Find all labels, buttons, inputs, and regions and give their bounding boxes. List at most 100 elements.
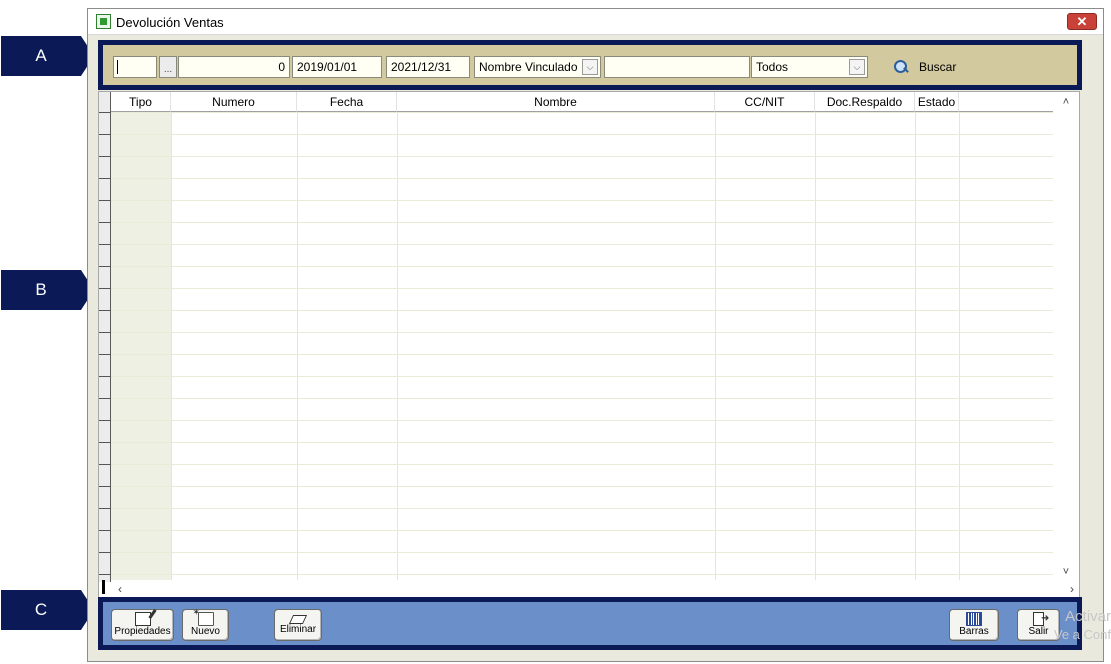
new-document-icon [193,607,214,626]
grid-row-line [111,464,1054,465]
grid-row-line [111,574,1054,575]
search-button-label: Buscar [919,60,957,74]
results-grid[interactable]: Tipo Numero Fecha Nombre CC/NIT Doc.Resp… [98,91,1080,599]
column-header-fecha[interactable]: Fecha [297,92,397,112]
row-header-tick [99,222,111,223]
grid-row-line [111,288,1054,289]
date-to-input[interactable]: 2021/12/31 [386,56,470,78]
app-icon [96,14,111,29]
column-divider [715,112,716,582]
row-header-tick [99,134,111,135]
grid-row-line [111,530,1054,531]
windows-activation-watermark-sub: Ve a Conf [1053,627,1111,642]
column-divider [171,112,172,582]
column-header-doc-respaldo[interactable]: Doc.Respaldo [815,92,915,112]
search-button[interactable]: Buscar [893,57,956,77]
row-header-tick [99,266,111,267]
grid-row-line [111,420,1054,421]
grid-row-line [111,486,1054,487]
grid-row-line [111,376,1054,377]
column-header-estado[interactable]: Estado [915,92,959,112]
column-divider [915,112,916,582]
row-header-tick [99,354,111,355]
search-field-select[interactable]: Nombre Vinculado ⌵ [474,56,601,78]
callout-c: C [1,590,94,630]
row-header-tick [99,178,111,179]
callout-b: B [1,270,94,310]
chevron-down-icon[interactable]: ⌵ [849,59,865,75]
grid-row-line [111,508,1054,509]
edit-properties-icon [134,612,151,626]
eliminar-button[interactable]: Eliminar [274,609,322,641]
status-select-value: Todos [756,60,789,74]
title-bar[interactable]: Devolución Ventas ✕ [88,9,1103,35]
grid-row-line [111,112,1054,113]
code-input[interactable] [113,56,157,78]
grid-row-line [111,156,1054,157]
nuevo-button[interactable]: Nuevo [182,607,229,641]
grid-row-line [111,332,1054,333]
row-header-tick [99,376,111,377]
row-header-tick [99,244,111,245]
eliminar-button-label: Eliminar [279,624,317,635]
row-header-tick [99,156,111,157]
grid-row-line [111,178,1054,179]
action-toolbar: Propiedades Nuevo Eliminar Barras Salir [98,597,1082,650]
grid-row-line [111,244,1054,245]
callout-a: A [1,36,94,76]
column-header-numero[interactable]: Numero [171,92,297,112]
row-header-tick [99,486,111,487]
grid-row-line [111,200,1054,201]
row-header-tick [99,398,111,399]
row-header-tick [99,442,111,443]
status-select[interactable]: Todos ⌵ [751,56,868,78]
propiedades-button[interactable]: Propiedades [111,609,174,641]
number-input[interactable]: 0 [178,56,290,78]
exit-door-icon [1033,612,1049,626]
grid-row-line [111,442,1054,443]
grid-row-line [111,266,1054,267]
search-icon [893,59,909,75]
salir-button-label: Salir [1028,626,1049,637]
text-caret [117,60,118,74]
row-header-tick [99,112,111,113]
tipo-column-shade [111,112,171,582]
callout-b-label: B [35,280,47,299]
chevron-down-icon[interactable]: ⌵ [582,59,598,75]
scroll-left-icon[interactable]: ‹ [111,580,129,598]
devolucion-ventas-window: Devolución Ventas ✕ ... 0 2019/01/01 202… [87,8,1104,662]
windows-activation-watermark: Activar [1065,608,1111,625]
window-title: Devolución Ventas [116,15,224,30]
column-header-tipo[interactable]: Tipo [111,92,171,112]
row-header-tick [99,310,111,311]
date-from-input[interactable]: 2019/01/01 [292,56,382,78]
row-header-tick [99,464,111,465]
lookup-ellipsis-button[interactable]: ... [159,56,177,78]
row-header-tick [99,332,111,333]
scroll-up-icon[interactable]: ˄ [1053,94,1079,110]
scroll-right-icon[interactable]: › [1063,580,1079,598]
column-header-cc-nit[interactable]: CC/NIT [715,92,815,112]
barcode-icon [966,612,982,626]
scroll-down-icon[interactable]: ˅ [1053,564,1079,580]
grid-row-line [111,552,1054,553]
row-header-tick [99,288,111,289]
column-header-nombre[interactable]: Nombre [397,92,715,112]
column-divider [959,112,960,582]
filter-bar: ... 0 2019/01/01 2021/12/31 Nombre Vincu… [98,40,1082,90]
column-header-blank [959,92,1054,112]
vertical-scrollbar[interactable]: ˄ ˅ [1053,92,1079,582]
row-header-tick [99,508,111,509]
row-header-tick [99,530,111,531]
callout-c-label: C [34,600,48,619]
close-button[interactable]: ✕ [1067,13,1097,30]
horizontal-scrollbar[interactable]: ‹ › [111,580,1074,598]
row-header-column[interactable] [99,92,111,582]
search-text-input[interactable] [604,56,750,78]
column-divider [397,112,398,582]
barras-button[interactable]: Barras [949,609,999,641]
grid-row-line [111,222,1054,223]
barras-button-label: Barras [959,626,989,637]
row-header-tick [99,552,111,553]
grid-row-line [111,398,1054,399]
